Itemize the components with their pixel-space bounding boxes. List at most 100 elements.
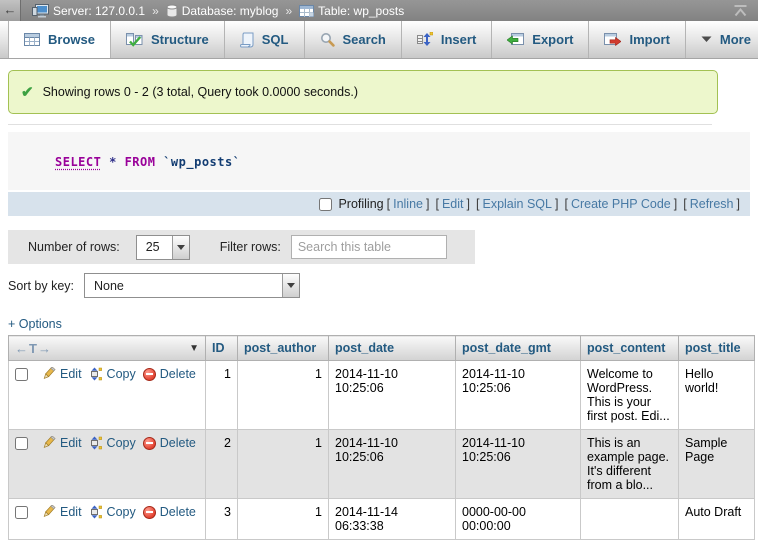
- pencil-icon: [41, 505, 56, 519]
- cell-post-content: [581, 499, 679, 540]
- sql-query-box: SELECT * FROM `wp_posts`: [8, 132, 750, 190]
- server-icon: [32, 4, 49, 18]
- copy-row-link[interactable]: Copy: [89, 436, 136, 450]
- edit-row-link[interactable]: Edit: [41, 367, 82, 381]
- tab-bar: Browse Structure SQL: [0, 21, 758, 59]
- header-post-title[interactable]: post_title: [679, 336, 755, 361]
- delete-icon: [143, 506, 156, 519]
- success-check-icon: ✔: [21, 83, 34, 101]
- header-post-content[interactable]: post_content: [581, 336, 679, 361]
- tab-insert[interactable]: Insert: [402, 21, 492, 58]
- pencil-icon: [41, 367, 56, 381]
- back-arrow-icon: ←: [4, 2, 17, 17]
- create-php-code-link[interactable]: Create PHP Code: [571, 197, 671, 211]
- section-divider: [8, 124, 712, 125]
- explain-sql-link[interactable]: Explain SQL: [482, 197, 551, 211]
- delete-row-link[interactable]: Delete: [143, 505, 196, 519]
- tab-import[interactable]: Import: [589, 21, 685, 58]
- tab-sql[interactable]: SQL: [225, 21, 305, 58]
- row-select-checkbox[interactable]: [15, 437, 28, 450]
- tab-structure[interactable]: Structure: [111, 21, 225, 58]
- number-of-rows-select[interactable]: 25: [136, 235, 190, 260]
- select-dropdown-button[interactable]: [282, 274, 299, 297]
- sort-by-key-select[interactable]: None: [84, 273, 300, 298]
- breadcrumb-server-label: Server: 127.0.0.1: [53, 4, 145, 18]
- cell-post-date-gmt: 2014-11-10 10:25:06: [456, 430, 581, 499]
- transpose-icon[interactable]: ←T→: [15, 341, 52, 356]
- inline-link[interactable]: Inline: [393, 197, 423, 211]
- row-select-checkbox[interactable]: [15, 506, 28, 519]
- nav-panel-toggle[interactable]: ←: [0, 0, 21, 21]
- table-row: Edit Copy: [9, 361, 755, 430]
- structure-icon: [126, 33, 143, 47]
- cell-post-date: 2014-11-10 10:25:06: [329, 361, 456, 430]
- cell-id: 1: [206, 361, 238, 430]
- options-toggle-link[interactable]: + Options: [8, 317, 62, 331]
- cell-post-title: Hello world!: [679, 361, 755, 430]
- tab-export-label: Export: [532, 32, 573, 47]
- cell-post-date-gmt: 2014-11-10 10:25:06: [456, 361, 581, 430]
- copy-icon: [89, 367, 103, 381]
- breadcrumb-server[interactable]: Server: 127.0.0.1: [32, 4, 145, 18]
- search-icon: [320, 32, 335, 47]
- edit-query-link[interactable]: Edit: [442, 197, 464, 211]
- tab-search[interactable]: Search: [305, 21, 402, 58]
- delete-icon: [143, 437, 156, 450]
- edit-row-link[interactable]: Edit: [41, 436, 82, 450]
- profiling-label: Profiling: [319, 197, 383, 211]
- header-post-date-gmt[interactable]: post_date_gmt: [456, 336, 581, 361]
- breadcrumb: Server: 127.0.0.1 » Database: myblog »: [32, 4, 404, 18]
- tab-more[interactable]: More: [686, 21, 758, 58]
- breadcrumb-separator: »: [285, 4, 292, 18]
- copy-row-link[interactable]: Copy: [89, 367, 136, 381]
- copy-row-link[interactable]: Copy: [89, 505, 136, 519]
- select-dropdown-button[interactable]: [172, 236, 189, 259]
- tab-import-label: Import: [629, 32, 669, 47]
- cell-post-title: Auto Draft: [679, 499, 755, 540]
- tab-export[interactable]: Export: [492, 21, 589, 58]
- sql-keyword-select[interactable]: SELECT: [55, 155, 101, 169]
- sort-by-key-label: Sort by key:: [8, 279, 74, 293]
- delete-row-link[interactable]: Delete: [143, 367, 196, 381]
- cell-post-content: Welcome to WordPress. This is your first…: [581, 361, 679, 430]
- row-select-checkbox[interactable]: [15, 368, 28, 381]
- refresh-link[interactable]: Refresh: [690, 197, 734, 211]
- cell-id: 3: [206, 499, 238, 540]
- cell-id: 2: [206, 430, 238, 499]
- sort-by-key-value: None: [85, 274, 282, 297]
- import-icon: [604, 33, 621, 46]
- sort-row: Sort by key: None: [8, 273, 758, 298]
- edit-row-link[interactable]: Edit: [41, 505, 82, 519]
- insert-icon: [417, 32, 433, 47]
- query-links-bar: Profiling [ Inline ] [ Edit ] [ Explain …: [8, 192, 750, 216]
- breadcrumb-table[interactable]: Table: wp_posts: [299, 4, 404, 18]
- filter-rows-input[interactable]: [291, 235, 447, 259]
- column-actions-dropdown-icon[interactable]: ▼: [189, 343, 199, 354]
- cell-post-date-gmt: 0000-00-00 00:00:00: [456, 499, 581, 540]
- cell-post-title: Sample Page: [679, 430, 755, 499]
- pencil-icon: [41, 436, 56, 450]
- header-post-date[interactable]: post_date: [329, 336, 456, 361]
- number-of-rows-value: 25: [137, 236, 172, 259]
- results-table: ←T→ ▼ ID post_author post_date post_date…: [8, 335, 755, 540]
- collapse-top-icon[interactable]: [733, 4, 748, 17]
- breadcrumb-separator: »: [152, 4, 159, 18]
- cell-post-author: 1: [238, 361, 329, 430]
- profiling-checkbox[interactable]: [319, 198, 332, 211]
- browse-icon: [24, 33, 40, 46]
- copy-icon: [89, 436, 103, 450]
- header-id[interactable]: ID: [206, 336, 238, 361]
- tab-insert-label: Insert: [441, 32, 476, 47]
- export-icon: [507, 33, 524, 46]
- filter-rows-label: Filter rows:: [220, 240, 281, 254]
- delete-row-link[interactable]: Delete: [143, 436, 196, 450]
- table-icon: [299, 5, 314, 17]
- tab-browse-label: Browse: [48, 32, 95, 47]
- cell-post-author: 1: [238, 499, 329, 540]
- header-post-author[interactable]: post_author: [238, 336, 329, 361]
- tab-browse[interactable]: Browse: [8, 21, 111, 58]
- copy-icon: [89, 505, 103, 519]
- breadcrumb-database[interactable]: Database: myblog: [166, 4, 279, 18]
- sql-table-name: `wp_posts`: [163, 155, 240, 169]
- database-icon: [166, 4, 178, 18]
